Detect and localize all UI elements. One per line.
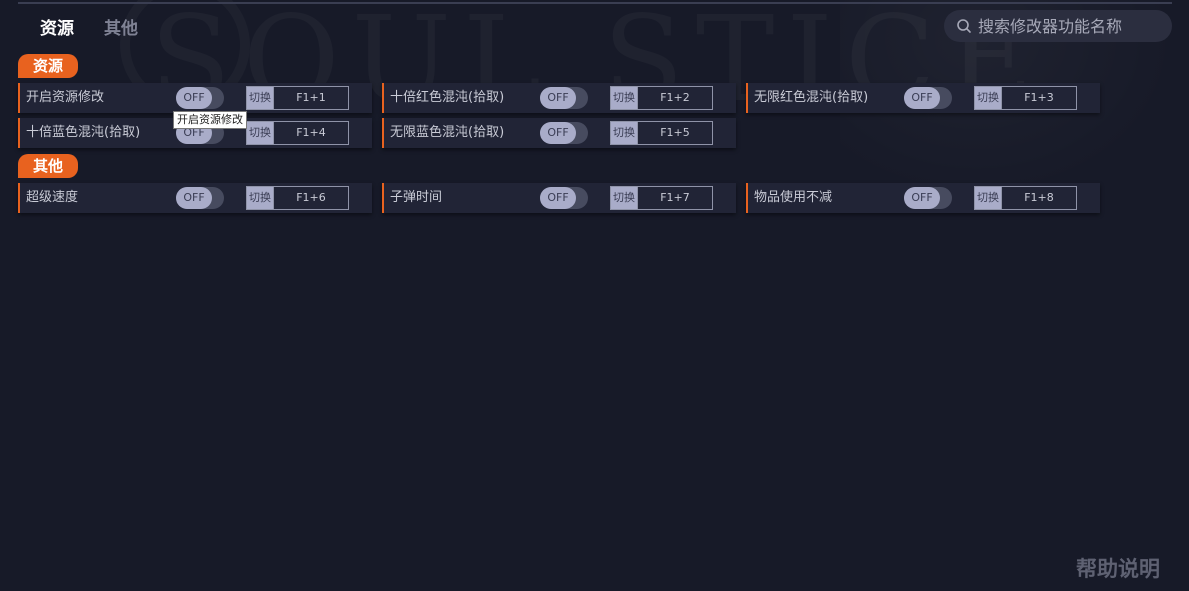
hotkey-box[interactable]: 切换 F1+8 <box>974 186 1077 210</box>
hotkey-key[interactable]: F1+8 <box>1002 187 1076 209</box>
cheat-label: 子弹时间 <box>390 190 443 205</box>
hotkey-label: 切换 <box>611 87 638 109</box>
toggle-state: OFF <box>540 122 576 144</box>
hotkey-label: 切换 <box>975 187 1002 209</box>
toggle-state: OFF <box>540 187 576 209</box>
hotkey-box[interactable]: 切换 F1+5 <box>610 121 713 145</box>
hotkey-box[interactable]: 切换 F1+7 <box>610 186 713 210</box>
hotkey-key[interactable]: F1+3 <box>1002 87 1076 109</box>
cheat-label: 无限红色混沌(拾取) <box>754 90 869 105</box>
hotkey-key[interactable]: F1+4 <box>274 122 348 144</box>
search-box[interactable] <box>944 10 1172 42</box>
cheat-label: 无限蓝色混沌(拾取) <box>390 125 505 140</box>
hotkey-box[interactable]: 切换 F1+2 <box>610 86 713 110</box>
tab-bar: 资源 其他 <box>40 14 138 39</box>
toggle-state: OFF <box>904 87 940 109</box>
toggle-state: OFF <box>176 187 212 209</box>
hotkey-box[interactable]: 切换 F1+1 <box>246 86 349 110</box>
hotkey-key[interactable]: F1+6 <box>274 187 348 209</box>
cheat-label: 十倍蓝色混沌(拾取) <box>26 125 141 140</box>
toggle-switch[interactable]: OFF <box>176 87 224 109</box>
cheat-label: 开启资源修改 <box>26 90 105 105</box>
tab-other[interactable]: 其他 <box>104 14 138 39</box>
toggle-switch[interactable]: OFF <box>540 187 588 209</box>
hotkey-box[interactable]: 切换 F1+3 <box>974 86 1077 110</box>
cheat-label: 超级速度 <box>26 190 79 205</box>
tab-resources[interactable]: 资源 <box>40 14 74 39</box>
cheat-row-infinite-red: 无限红色混沌(拾取) OFF 切换 F1+3 <box>746 83 1100 113</box>
cheat-row-ten-times-red: 十倍红色混沌(拾取) OFF 切换 F1+2 <box>382 83 736 113</box>
section-tag-resources: 资源 <box>18 54 79 78</box>
cheat-label: 物品使用不减 <box>754 190 833 205</box>
cheat-row-items-no-decrease: 物品使用不减 OFF 切换 F1+8 <box>746 183 1100 213</box>
cheat-row-bullet-time: 子弹时间 OFF 切换 F1+7 <box>382 183 736 213</box>
hotkey-label: 切换 <box>247 122 274 144</box>
hotkey-label: 切换 <box>247 187 274 209</box>
hotkey-label: 切换 <box>611 122 638 144</box>
toggle-state: OFF <box>904 187 940 209</box>
hotkey-key[interactable]: F1+1 <box>274 87 348 109</box>
cheat-row-resource-mod: 开启资源修改 OFF 切换 F1+1 <box>18 83 372 113</box>
toggle-switch[interactable]: OFF <box>176 187 224 209</box>
hotkey-key[interactable]: F1+7 <box>638 187 712 209</box>
cheat-row-infinite-blue: 无限蓝色混沌(拾取) OFF 切换 F1+5 <box>382 118 736 148</box>
toggle-state: OFF <box>176 87 212 109</box>
toggle-switch[interactable]: OFF <box>540 122 588 144</box>
help-button[interactable]: 帮助说明 <box>1076 553 1160 583</box>
hotkey-key[interactable]: F1+5 <box>638 122 712 144</box>
top-divider <box>18 2 1172 4</box>
cheat-label: 十倍红色混沌(拾取) <box>390 90 505 105</box>
hotkey-key[interactable]: F1+2 <box>638 87 712 109</box>
section-tag-other: 其他 <box>18 154 79 178</box>
toggle-switch[interactable]: OFF <box>904 87 952 109</box>
cheat-row-super-speed: 超级速度 OFF 切换 F1+6 <box>18 183 372 213</box>
tooltip: 开启资源修改 <box>173 111 247 129</box>
hotkey-box[interactable]: 切换 F1+4 <box>246 121 349 145</box>
hotkey-label: 切换 <box>247 87 274 109</box>
search-input[interactable] <box>978 16 1168 36</box>
toggle-switch[interactable]: OFF <box>540 87 588 109</box>
toggle-state: OFF <box>540 87 576 109</box>
toggle-switch[interactable]: OFF <box>904 187 952 209</box>
hotkey-label: 切换 <box>975 87 1002 109</box>
hotkey-label: 切换 <box>611 187 638 209</box>
search-icon <box>956 18 972 34</box>
hotkey-box[interactable]: 切换 F1+6 <box>246 186 349 210</box>
